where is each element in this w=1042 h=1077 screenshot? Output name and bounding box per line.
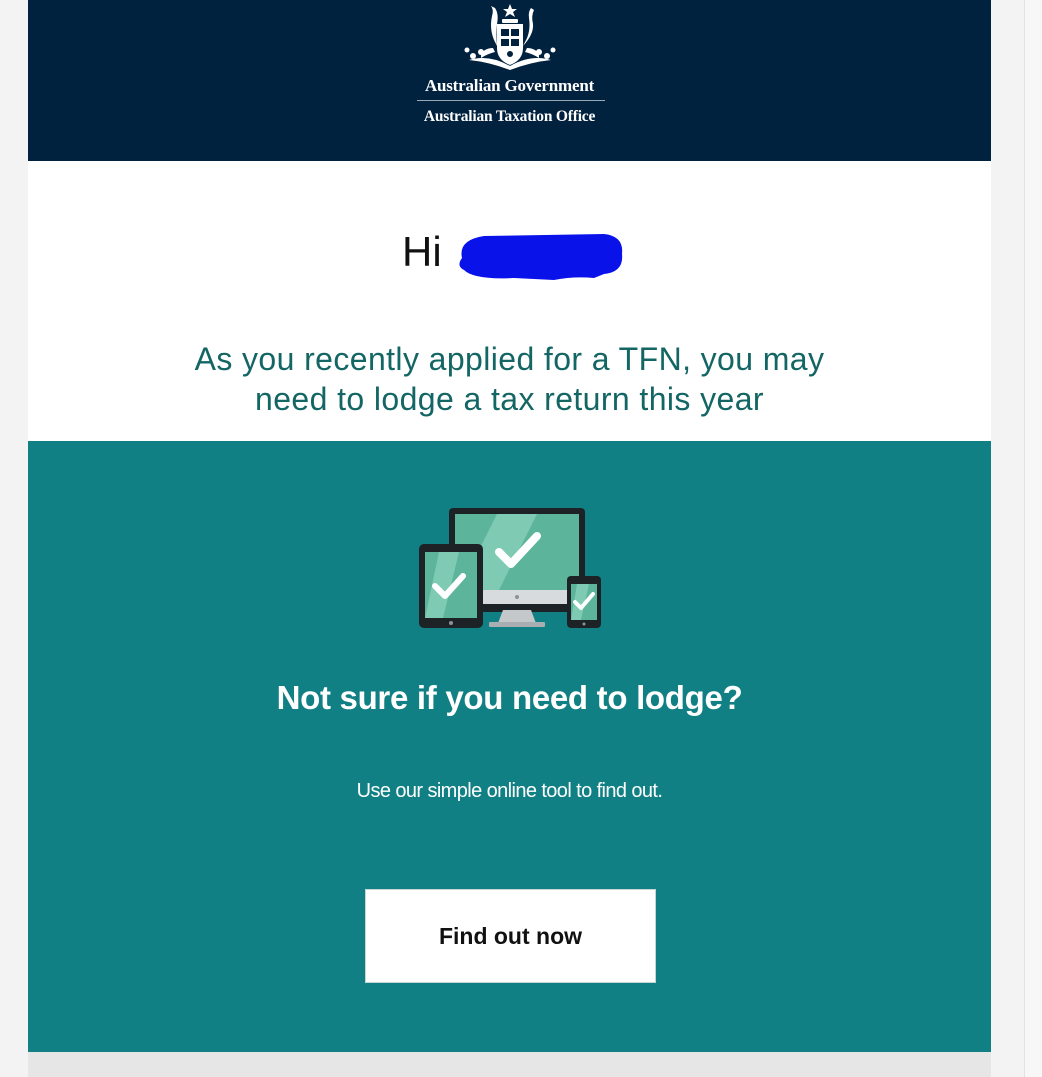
greeting: Hi xyxy=(402,224,442,280)
intro-line-1: As you recently applied for a TFN, you m… xyxy=(194,341,825,377)
find-out-now-button[interactable]: Find out now xyxy=(365,889,656,983)
devices-checkmark-icon xyxy=(419,508,601,628)
government-title: Australian Government xyxy=(424,76,595,95)
redacted-name-mark xyxy=(459,234,623,280)
agency-title: Australian Taxation Office xyxy=(423,108,596,125)
header-divider xyxy=(417,100,605,101)
lodge-panel: Not sure if you need to lodge? Use our s… xyxy=(28,441,991,1052)
panel-title: Not sure if you need to lodge? xyxy=(276,679,743,716)
intro-line-2: need to lodge a tax return this year xyxy=(255,381,764,417)
greeting-prefix: Hi xyxy=(402,228,442,275)
window-edge xyxy=(1024,0,1042,1077)
email-header: Australian Government Australian Taxatio… xyxy=(28,0,991,161)
intro-message: As you recently applied for a TFN, you m… xyxy=(28,339,991,419)
find-out-now-label: Find out now xyxy=(438,922,583,949)
panel-description: Use our simple online tool to find out. xyxy=(356,780,663,802)
footer-strip xyxy=(28,1052,991,1077)
coat-of-arms-icon xyxy=(464,4,556,70)
email-body: Australian Government Australian Taxatio… xyxy=(28,0,991,1077)
